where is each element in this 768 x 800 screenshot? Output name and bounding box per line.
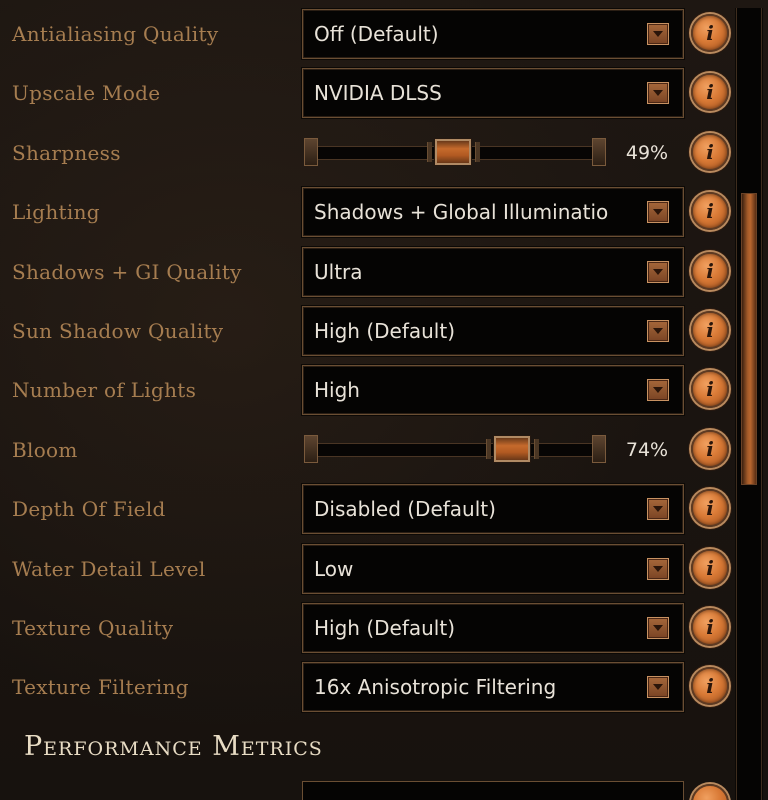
chevron-down-icon[interactable] (647, 23, 669, 45)
info-icon[interactable]: i (691, 73, 729, 111)
texture-filtering-dropdown[interactable]: 16x Anisotropic Filtering (302, 662, 684, 712)
setting-label: Sun Shadow Quality (12, 319, 224, 343)
info-icon[interactable]: i (691, 370, 729, 408)
chevron-down-icon[interactable] (647, 82, 669, 104)
setting-label: Upscale Mode (12, 81, 161, 105)
setting-label: Depth Of Field (12, 497, 166, 521)
setting-row-shadows-gi-quality: Shadows + GI Quality Ultra i (0, 247, 740, 297)
slider-track[interactable] (318, 443, 592, 457)
setting-row-depth-of-field: Depth Of Field Disabled (Default) i (0, 484, 740, 534)
info-glyph: i (706, 21, 714, 45)
slider-end-cap (592, 435, 606, 463)
slider-thumb[interactable] (435, 139, 471, 165)
slider-end-cap (304, 138, 318, 166)
dropdown-selected-value: Shadows + Global Illuminatio (314, 200, 609, 224)
sharpness-slider[interactable] (304, 138, 606, 166)
setting-row-upscale-mode: Upscale Mode NVIDIA DLSS i (0, 68, 740, 118)
dropdown-selected-value: Low (314, 557, 354, 581)
dropdown-selected-value: High (Default) (314, 319, 456, 343)
info-icon[interactable]: i (691, 667, 729, 705)
chevron-down-icon[interactable] (647, 617, 669, 639)
bloom-slider[interactable] (304, 435, 606, 463)
setting-row-sharpness: Sharpness 49% i (0, 128, 740, 178)
setting-row-antialiasing-quality: Antialiasing Quality Off (Default) i (0, 9, 740, 59)
info-glyph: i (706, 318, 714, 342)
info-glyph: i (706, 140, 714, 164)
info-glyph: i (706, 377, 714, 401)
info-icon[interactable]: i (691, 608, 729, 646)
chevron-down-icon[interactable] (647, 558, 669, 580)
info-glyph: i (706, 437, 714, 461)
dropdown-selected-value: Off (Default) (314, 22, 439, 46)
info-glyph: i (706, 556, 714, 580)
info-glyph: i (706, 496, 714, 520)
info-glyph: i (706, 259, 714, 283)
info-glyph: i (706, 80, 714, 104)
info-glyph: i (706, 674, 714, 698)
setting-label: Lighting (12, 200, 100, 224)
info-icon[interactable]: i (691, 311, 729, 349)
chevron-down-icon[interactable] (647, 498, 669, 520)
info-icon[interactable]: i (691, 192, 729, 230)
performance-dropdown-partial[interactable] (302, 781, 684, 800)
setting-label: Bloom (12, 438, 78, 462)
info-icon[interactable]: i (691, 549, 729, 587)
number-of-lights-dropdown[interactable]: High (302, 365, 684, 415)
dropdown-selected-value: Ultra (314, 260, 363, 284)
setting-row-bloom: Bloom 74% i (0, 425, 740, 475)
setting-row-water-detail-level: Water Detail Level Low i (0, 544, 740, 594)
setting-label: Antialiasing Quality (12, 22, 219, 46)
slider-notch (534, 439, 539, 459)
info-icon[interactable]: i (691, 430, 729, 468)
slider-value-readout: 49% (625, 142, 669, 164)
water-detail-level-dropdown[interactable]: Low (302, 544, 684, 594)
chevron-down-icon[interactable] (647, 201, 669, 223)
setting-label: Sharpness (12, 141, 121, 165)
chevron-down-icon[interactable] (647, 379, 669, 401)
sun-shadow-quality-dropdown[interactable]: High (Default) (302, 306, 684, 356)
setting-label: Number of Lights (12, 378, 197, 402)
slider-end-cap (304, 435, 318, 463)
upscale-mode-dropdown[interactable]: NVIDIA DLSS (302, 68, 684, 118)
info-icon[interactable]: i (691, 252, 729, 290)
slider-notch (475, 142, 480, 162)
antialiasing-quality-dropdown[interactable]: Off (Default) (302, 9, 684, 59)
setting-row-sun-shadow-quality: Sun Shadow Quality High (Default) i (0, 306, 740, 356)
info-icon[interactable] (691, 784, 729, 800)
info-glyph: i (706, 615, 714, 639)
dropdown-selected-value: High (314, 378, 360, 402)
slider-value-readout: 74% (625, 439, 669, 461)
shadows-gi-quality-dropdown[interactable]: Ultra (302, 247, 684, 297)
depth-of-field-dropdown[interactable]: Disabled (Default) (302, 484, 684, 534)
scrollbar[interactable] (736, 8, 762, 800)
texture-quality-dropdown[interactable]: High (Default) (302, 603, 684, 653)
section-title-performance-metrics: Performance Metrics (24, 731, 323, 762)
dropdown-selected-value: High (Default) (314, 616, 456, 640)
chevron-down-icon[interactable] (647, 320, 669, 342)
setting-label: Shadows + GI Quality (12, 260, 242, 284)
setting-row-texture-filtering: Texture Filtering 16x Anisotropic Filteri… (0, 662, 740, 712)
scrollbar-thumb[interactable] (741, 193, 757, 485)
info-icon[interactable]: i (691, 14, 729, 52)
slider-end-cap (592, 138, 606, 166)
setting-label: Water Detail Level (12, 557, 206, 581)
slider-thumb[interactable] (494, 436, 530, 462)
slider-notch (427, 142, 432, 162)
chevron-down-icon[interactable] (647, 676, 669, 698)
setting-label: Texture Filtering (12, 675, 189, 699)
info-icon[interactable]: i (691, 133, 729, 171)
info-icon[interactable]: i (691, 489, 729, 527)
setting-row-lighting: Lighting Shadows + Global Illuminatio i (0, 187, 740, 237)
setting-row-texture-quality: Texture Quality High (Default) i (0, 603, 740, 653)
chevron-down-icon[interactable] (647, 261, 669, 283)
dropdown-selected-value: NVIDIA DLSS (314, 81, 442, 105)
slider-notch (486, 439, 491, 459)
setting-label: Texture Quality (12, 616, 174, 640)
setting-row-number-of-lights: Number of Lights High i (0, 365, 740, 415)
dropdown-selected-value: Disabled (Default) (314, 497, 496, 521)
dropdown-selected-value: 16x Anisotropic Filtering (314, 675, 557, 699)
lighting-dropdown[interactable]: Shadows + Global Illuminatio (302, 187, 684, 237)
info-glyph: i (706, 199, 714, 223)
